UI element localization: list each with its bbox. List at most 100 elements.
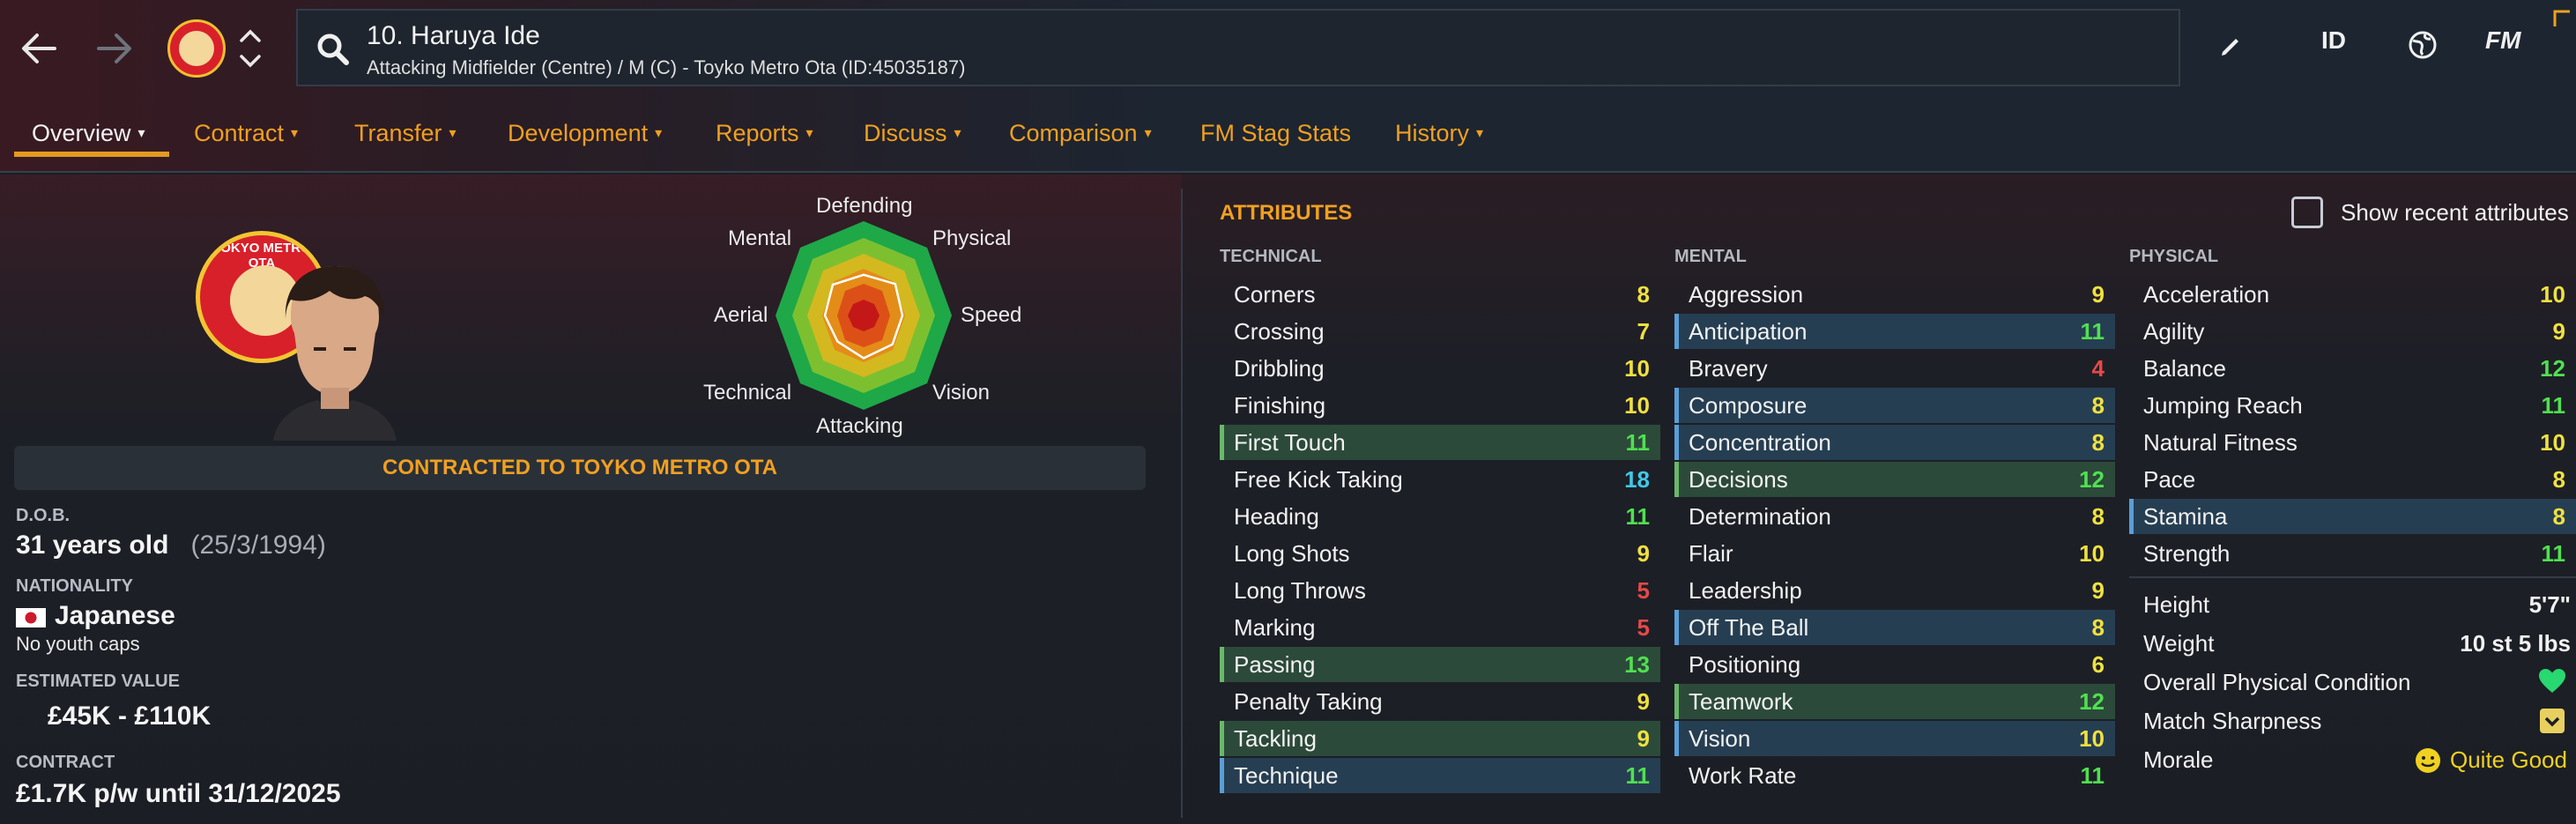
attribute-row-teamwork[interactable]: Teamwork 12 [1674, 684, 2115, 719]
radar-label-defending: Defending [816, 194, 913, 218]
attribute-row-free-kick-taking[interactable]: Free Kick Taking 18 [1220, 462, 1660, 497]
show-recent-checkbox[interactable] [2291, 197, 2323, 228]
tab-contract[interactable]: Contract ▾ [194, 104, 298, 162]
attribute-row-first-touch[interactable]: First Touch 11 [1220, 425, 1660, 460]
attribute-row-passing[interactable]: Passing 13 [1220, 647, 1660, 682]
attribute-row-work-rate[interactable]: Work Rate 11 [1674, 758, 2115, 793]
dob-label: D.O.B. [16, 506, 71, 525]
tab-history[interactable]: History ▾ [1395, 104, 1483, 162]
attribute-value: 8 [2552, 502, 2565, 530]
weight-label: Weight [2143, 630, 2215, 657]
morale-smiley-icon[interactable] [2415, 747, 2441, 774]
attribute-row-composure[interactable]: Composure 8 [1674, 388, 2115, 423]
attribute-row-determination[interactable]: Determination 8 [1674, 499, 2115, 534]
attribute-row-corners[interactable]: Corners 8 [1220, 277, 1660, 312]
chevron-down-icon: ▾ [449, 126, 457, 141]
height-value: 5'7" [2528, 591, 2571, 618]
chevron-down-icon: ▾ [954, 126, 961, 141]
attribute-name: Tackling [1234, 724, 1317, 752]
tab-label: Development [508, 119, 649, 146]
tab-discuss[interactable]: Discuss ▾ [864, 104, 961, 162]
player-stepper[interactable] [236, 25, 264, 72]
club-badge-small[interactable] [167, 19, 226, 78]
attribute-value: 11 [1625, 761, 1651, 789]
attribute-row-vision[interactable]: Vision 10 [1674, 721, 2115, 756]
attribute-name: Acceleration [2143, 280, 2270, 308]
back-arrow-icon [22, 33, 56, 63]
attribute-row-natural-fitness[interactable]: Natural Fitness 10 [2129, 425, 2576, 460]
attribute-value: 10 [2540, 280, 2565, 308]
age-text: 31 years old [16, 531, 169, 560]
tab-fm-stag-stats[interactable]: FM Stag Stats [1200, 104, 1351, 162]
attribute-name: Vision [1689, 724, 1751, 752]
attribute-value: 9 [2091, 576, 2105, 604]
tab-development[interactable]: Development ▾ [508, 104, 662, 162]
player-search-bar[interactable]: 10. Haruya Ide Attacking Midfielder (Cen… [296, 9, 2180, 86]
attribute-row-agility[interactable]: Agility 9 [2129, 314, 2576, 349]
attribute-name: Jumping Reach [2143, 391, 2303, 419]
tab-transfer[interactable]: Transfer ▾ [354, 104, 457, 162]
attribute-name: Determination [1689, 502, 1831, 530]
tab-comparison[interactable]: Comparison ▾ [1009, 104, 1152, 162]
attribute-row-marking[interactable]: Marking 5 [1220, 610, 1660, 645]
morale-value: Quite Good [2450, 746, 2567, 773]
attribute-row-stamina[interactable]: Stamina 8 [2129, 499, 2576, 534]
nationality-value[interactable]: Japanese [55, 601, 175, 631]
search-icon [317, 33, 349, 65]
attribute-value: 11 [2080, 761, 2105, 789]
show-recent-label[interactable]: Show recent attributes [2341, 199, 2569, 226]
attribute-name: First Touch [1234, 428, 1346, 456]
attribute-value: 9 [2552, 317, 2565, 345]
attribute-row-long-throws[interactable]: Long Throws 5 [1220, 573, 1660, 608]
stepper-chevrons-icon [240, 29, 261, 68]
id-button[interactable]: ID [2321, 26, 2346, 55]
technical-heading: TECHNICAL [1220, 247, 1322, 266]
edit-pencil-icon[interactable] [2217, 33, 2244, 60]
back-button[interactable] [12, 19, 65, 78]
tab-label: Overview [32, 119, 131, 146]
tab-reports[interactable]: Reports ▾ [716, 104, 813, 162]
attribute-row-pace[interactable]: Pace 8 [2129, 462, 2576, 497]
tab-label: Reports [716, 119, 799, 146]
attribute-name: Balance [2143, 354, 2226, 382]
heart-condition-icon[interactable] [2538, 668, 2566, 694]
attribute-row-off-the-ball[interactable]: Off The Ball 8 [1674, 610, 2115, 645]
attribute-row-penalty-taking[interactable]: Penalty Taking 9 [1220, 684, 1660, 719]
chevron-down-icon: ▾ [291, 126, 299, 141]
attribute-row-flair[interactable]: Flair 10 [1674, 536, 2115, 571]
condition-label: Overall Physical Condition [2143, 669, 2411, 695]
attribute-row-long-shots[interactable]: Long Shots 9 [1220, 536, 1660, 571]
attribute-row-tackling[interactable]: Tackling 9 [1220, 721, 1660, 756]
attribute-value: 10 [1624, 354, 1650, 382]
attribute-value: 11 [2080, 317, 2105, 345]
attribute-value: 5 [1637, 613, 1650, 641]
attribute-row-bravery[interactable]: Bravery 4 [1674, 351, 2115, 386]
attribute-row-finishing[interactable]: Finishing 10 [1220, 388, 1660, 423]
attribute-row-heading[interactable]: Heading 11 [1220, 499, 1660, 534]
radar-label-aerial: Aerial [714, 303, 768, 327]
attribute-row-decisions[interactable]: Decisions 12 [1674, 462, 2115, 497]
attribute-row-dribbling[interactable]: Dribbling 10 [1220, 351, 1660, 386]
attribute-row-strength[interactable]: Strength 11 [2129, 536, 2576, 571]
globe-icon[interactable] [2408, 30, 2438, 60]
physical-heading: PHYSICAL [2129, 247, 2219, 266]
fm-menu-button[interactable]: FM [2485, 26, 2520, 55]
attribute-row-anticipation[interactable]: Anticipation 11 [1674, 314, 2115, 349]
tab-label: Contract [194, 119, 285, 146]
attribute-row-positioning[interactable]: Positioning 6 [1674, 647, 2115, 682]
attribute-row-acceleration[interactable]: Acceleration 10 [2129, 277, 2576, 312]
attribute-row-concentration[interactable]: Concentration 8 [1674, 425, 2115, 460]
forward-button[interactable] [88, 19, 141, 78]
attribute-row-technique[interactable]: Technique 11 [1220, 758, 1660, 793]
weight-value: 10 st 5 lbs [2460, 630, 2571, 657]
sharpness-chevron-icon[interactable] [2540, 709, 2565, 733]
attribute-name: Crossing [1234, 317, 1325, 345]
attribute-row-crossing[interactable]: Crossing 7 [1220, 314, 1660, 349]
attribute-row-jumping-reach[interactable]: Jumping Reach 11 [2129, 388, 2576, 423]
attribute-value: 11 [1625, 502, 1651, 530]
attribute-row-balance[interactable]: Balance 12 [2129, 351, 2576, 386]
height-label: Height [2143, 591, 2210, 618]
attribute-row-aggression[interactable]: Aggression 9 [1674, 277, 2115, 312]
attribute-name: Long Shots [1234, 539, 1350, 567]
attribute-row-leadership[interactable]: Leadership 9 [1674, 573, 2115, 608]
